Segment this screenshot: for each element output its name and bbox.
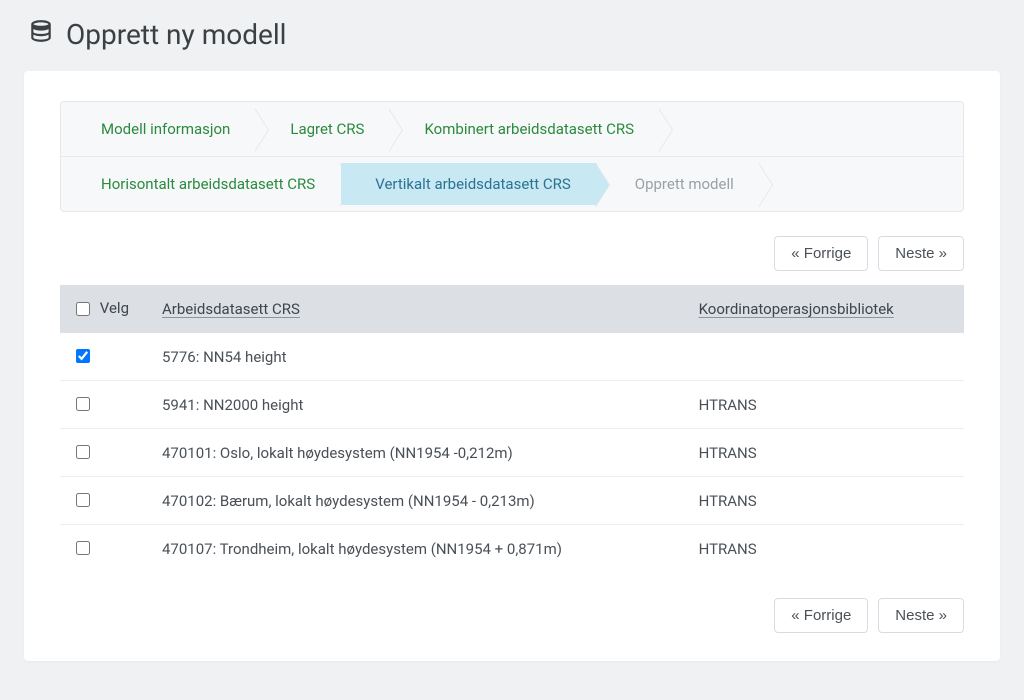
col-crs-label: Arbeidsdatasett CRS <box>162 300 300 318</box>
step-label: Opprett modell <box>635 175 734 193</box>
row-crs: 5941: NN2000 height <box>150 381 687 429</box>
page-title-text: Opprett ny modell <box>66 18 287 51</box>
row-checkbox[interactable] <box>76 493 90 507</box>
col-select: Velg <box>60 285 150 333</box>
row-crs: 470107: Trondheim, lokalt høydesystem (N… <box>150 525 687 573</box>
step-label: Horisontalt arbeidsdatasett CRS <box>101 175 315 193</box>
table-row: 470101: Oslo, lokalt høydesystem (NN1954… <box>60 429 964 477</box>
row-select-cell <box>60 429 150 477</box>
step-model-info[interactable]: Modell informasjon <box>67 108 256 150</box>
table-row: 470107: Trondheim, lokalt høydesystem (N… <box>60 525 964 573</box>
page-title: Opprett ny modell <box>28 18 1000 51</box>
select-all-checkbox[interactable] <box>76 302 90 316</box>
col-lib[interactable]: Koordinatoperasjonsbibliotek <box>687 285 964 333</box>
row-select-cell <box>60 381 150 429</box>
step-label: Kombinert arbeidsdatasett CRS <box>424 120 634 138</box>
col-lib-label: Koordinatoperasjonsbibliotek <box>699 300 894 318</box>
chevron-right-icon <box>759 163 773 205</box>
row-lib: HTRANS <box>687 429 964 477</box>
wizard-row-2: Horisontalt arbeidsdatasett CRS Vertikal… <box>61 156 963 211</box>
step-label: Vertikalt arbeidsdatasett CRS <box>375 175 571 193</box>
next-button[interactable]: Neste » <box>878 598 964 633</box>
chevron-right-icon <box>659 108 673 150</box>
wizard-steps: Modell informasjon Lagret CRS Kombinert … <box>60 101 964 212</box>
row-select-cell <box>60 525 150 573</box>
col-crs[interactable]: Arbeidsdatasett CRS <box>150 285 687 333</box>
wizard-row-1: Modell informasjon Lagret CRS Kombinert … <box>61 102 963 156</box>
step-create-model: Opprett modell <box>597 163 760 205</box>
database-icon <box>28 18 54 51</box>
table-row: 470102: Bærum, lokalt høydesystem (NN195… <box>60 477 964 525</box>
row-checkbox[interactable] <box>76 349 90 363</box>
row-lib: HTRANS <box>687 525 964 573</box>
row-checkbox[interactable] <box>76 541 90 555</box>
next-button[interactable]: Neste » <box>878 236 964 271</box>
row-select-cell <box>60 333 150 381</box>
row-crs: 470102: Bærum, lokalt høydesystem (NN195… <box>150 477 687 525</box>
crs-table: Velg Arbeidsdatasett CRS Koordinatoperas… <box>60 285 964 572</box>
pager-bottom: « Forrige Neste » <box>60 598 964 633</box>
step-label: Modell informasjon <box>101 120 230 138</box>
step-vertical-crs[interactable]: Vertikalt arbeidsdatasett CRS <box>341 163 597 205</box>
row-checkbox[interactable] <box>76 397 90 411</box>
col-select-label: Velg <box>100 299 129 317</box>
step-combined-crs[interactable]: Kombinert arbeidsdatasett CRS <box>390 108 660 150</box>
prev-button[interactable]: « Forrige <box>774 236 868 271</box>
step-horizontal-crs[interactable]: Horisontalt arbeidsdatasett CRS <box>67 163 341 205</box>
row-lib: HTRANS <box>687 381 964 429</box>
row-checkbox[interactable] <box>76 445 90 459</box>
row-lib: HTRANS <box>687 477 964 525</box>
step-label: Lagret CRS <box>290 120 364 138</box>
row-crs: 5776: NN54 height <box>150 333 687 381</box>
table-row: 5776: NN54 height <box>60 333 964 381</box>
pager-top: « Forrige Neste » <box>60 236 964 271</box>
step-saved-crs[interactable]: Lagret CRS <box>256 108 390 150</box>
row-select-cell <box>60 477 150 525</box>
prev-button[interactable]: « Forrige <box>774 598 868 633</box>
table-row: 5941: NN2000 heightHTRANS <box>60 381 964 429</box>
row-lib <box>687 333 964 381</box>
row-crs: 470101: Oslo, lokalt høydesystem (NN1954… <box>150 429 687 477</box>
wizard-card: Modell informasjon Lagret CRS Kombinert … <box>24 71 1000 661</box>
